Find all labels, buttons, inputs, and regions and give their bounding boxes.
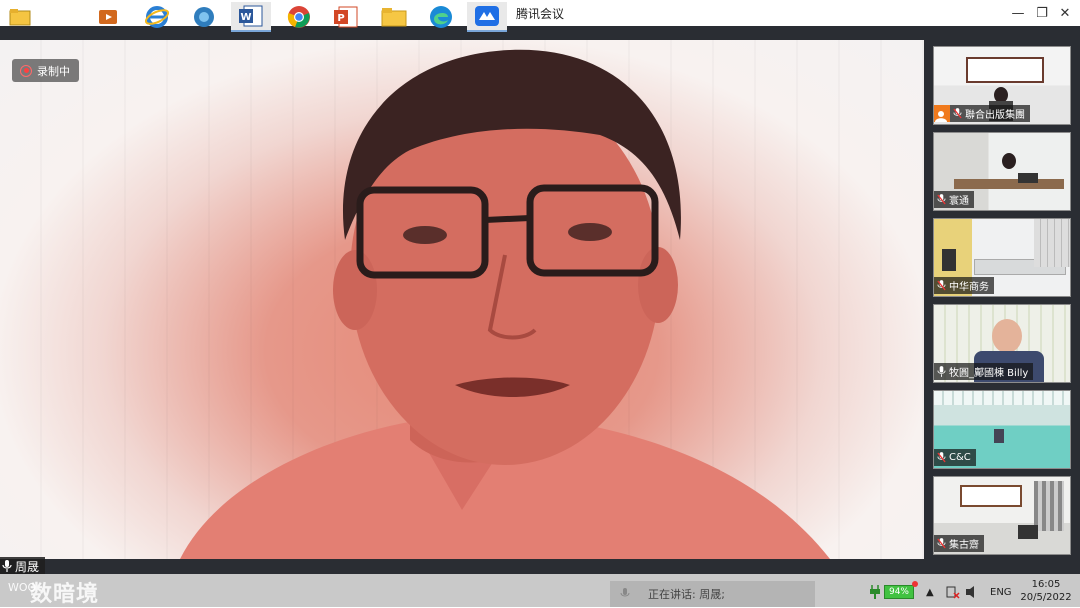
participant-name: 集古齋 bbox=[949, 540, 979, 551]
media-icon[interactable] bbox=[184, 2, 224, 32]
tencent-meeting-icon[interactable] bbox=[467, 2, 507, 32]
folder-icon[interactable] bbox=[374, 2, 414, 32]
mic-muted-icon bbox=[953, 108, 962, 119]
network-icon[interactable] bbox=[946, 585, 960, 599]
mic-muted-icon bbox=[937, 538, 946, 549]
svg-text:P: P bbox=[337, 13, 344, 24]
clock-date: 20/5/2022 bbox=[1020, 592, 1072, 603]
mic-muted-icon bbox=[937, 452, 946, 463]
participant-name: 中华商务 bbox=[949, 282, 989, 293]
speaker-name-tag: 周晟 bbox=[0, 557, 46, 575]
file-explorer-icon[interactable] bbox=[0, 2, 40, 32]
svg-text:W: W bbox=[240, 12, 251, 23]
speaker-video-image bbox=[180, 49, 830, 559]
chevron-up-icon[interactable]: ▲ bbox=[926, 587, 934, 598]
watermark-text: 数暗境 bbox=[30, 582, 100, 607]
record-icon bbox=[20, 64, 32, 77]
recording-badge[interactable]: 录制中 bbox=[12, 59, 79, 82]
participant-name-tag: C&C bbox=[934, 449, 976, 466]
mic-icon bbox=[2, 560, 12, 572]
chrome-icon[interactable] bbox=[279, 2, 319, 32]
participant-name: 牧圓_鄺國棟 Billy bbox=[949, 368, 1029, 379]
participant-name-tag: 中华商务 bbox=[934, 277, 994, 294]
participant-tile[interactable]: 聯合出版集團 bbox=[933, 46, 1071, 125]
participant-name-tag: 聯合出版集團 bbox=[934, 105, 1030, 122]
notification-dot bbox=[912, 581, 918, 587]
person-avatar-icon bbox=[934, 105, 950, 122]
battery-indicator[interactable]: 94% bbox=[884, 585, 914, 599]
participant-name: C&C bbox=[949, 452, 971, 463]
participant-tile[interactable]: 寰通 bbox=[933, 132, 1071, 211]
participant-name-tag: 牧圓_鄺國棟 Billy bbox=[934, 363, 1034, 380]
participant-tile[interactable]: C&C bbox=[933, 390, 1071, 469]
edge-icon[interactable] bbox=[421, 2, 461, 32]
speaking-indicator: 正在讲话: 周晟; bbox=[610, 581, 815, 607]
participant-name-tag: 集古齋 bbox=[934, 535, 984, 552]
participant-tile[interactable]: 中华商务 bbox=[933, 218, 1071, 297]
mic-icon bbox=[937, 366, 946, 377]
mic-icon bbox=[620, 588, 630, 597]
mic-muted-icon bbox=[937, 194, 946, 205]
close-button[interactable]: ✕ bbox=[1052, 0, 1078, 26]
minimize-button[interactable]: — bbox=[1005, 0, 1031, 26]
word-icon[interactable]: W bbox=[231, 2, 271, 32]
participant-name: 聯合出版集團 bbox=[965, 110, 1025, 121]
ie-icon[interactable] bbox=[137, 2, 177, 32]
clock[interactable]: 16:05 20/5/2022 bbox=[1016, 578, 1076, 604]
volume-icon[interactable] bbox=[965, 585, 979, 599]
mic-muted-icon bbox=[937, 280, 946, 291]
language-indicator[interactable]: ENG bbox=[990, 587, 1012, 598]
taskbar bbox=[0, 574, 1080, 607]
power-plug-icon[interactable] bbox=[869, 585, 881, 599]
participant-tile[interactable]: 牧圓_鄺國棟 Billy bbox=[933, 304, 1071, 383]
participant-name: 寰通 bbox=[949, 196, 969, 207]
participant-tile[interactable]: 集古齋 bbox=[933, 476, 1071, 555]
recording-label: 录制中 bbox=[37, 64, 70, 78]
participant-name-tag: 寰通 bbox=[934, 191, 974, 208]
media-player-icon[interactable] bbox=[88, 2, 128, 32]
powerpoint-icon[interactable]: P bbox=[326, 2, 366, 32]
clock-time: 16:05 bbox=[1031, 579, 1061, 590]
speaking-text: 正在讲话: 周晟; bbox=[648, 588, 725, 601]
main-video[interactable]: 录制中 bbox=[0, 40, 924, 559]
speaker-name: 周晟 bbox=[15, 559, 40, 574]
